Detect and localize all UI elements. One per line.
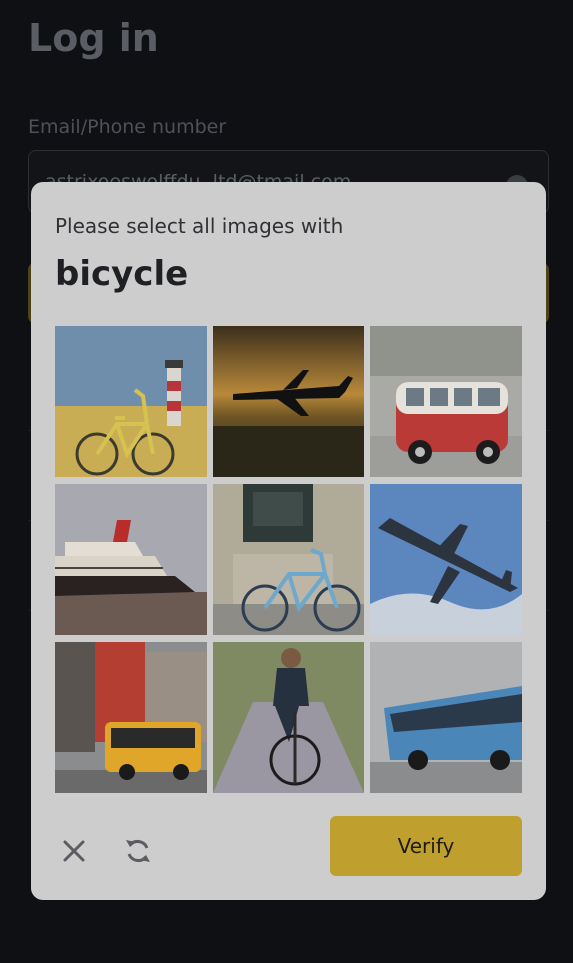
bus-image xyxy=(370,642,522,793)
bicycle-image xyxy=(213,642,364,793)
email-label: Email/Phone number xyxy=(28,116,227,138)
tile-blue-bus[interactable] xyxy=(370,642,522,793)
refresh-icon xyxy=(126,840,150,862)
tile-cruise-ship[interactable] xyxy=(55,484,207,635)
captcha-image-grid xyxy=(55,326,522,793)
bicycle-image xyxy=(213,484,364,635)
tile-cyclist[interactable] xyxy=(213,642,364,793)
tile-bicycle-storefront[interactable] xyxy=(213,484,364,635)
page-title: Log in xyxy=(28,16,159,60)
bicycle-image xyxy=(55,326,207,477)
captcha-dialog: Please select all images with bicycle Ve… xyxy=(31,182,546,900)
captcha-prompt: Please select all images with xyxy=(55,214,344,238)
captcha-target-word: bicycle xyxy=(55,254,189,294)
van-image xyxy=(370,326,522,477)
tile-bicycle-lighthouse[interactable] xyxy=(55,326,207,477)
verify-button[interactable]: Verify xyxy=(330,816,522,876)
tile-airplane-sunset[interactable] xyxy=(213,326,364,477)
close-icon xyxy=(63,840,85,862)
close-button[interactable] xyxy=(59,836,89,866)
bus-image xyxy=(55,642,207,793)
ship-image xyxy=(55,484,207,635)
airplane-image xyxy=(213,326,364,477)
tile-yellow-bus[interactable] xyxy=(55,642,207,793)
tile-red-van[interactable] xyxy=(370,326,522,477)
tile-airplane-sky[interactable] xyxy=(370,484,522,635)
airplane-image xyxy=(370,484,522,635)
refresh-button[interactable] xyxy=(123,836,153,866)
